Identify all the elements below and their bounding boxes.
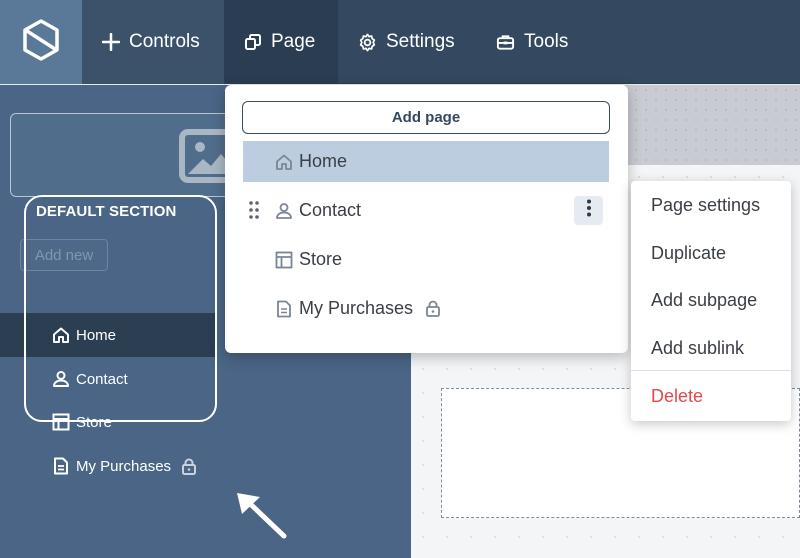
menu-divider [631, 370, 791, 371]
page-item-label: Contact [299, 200, 362, 220]
sidebar-item-label: Home [76, 326, 117, 344]
hexagon-logo-icon [21, 18, 61, 67]
add-new-button[interactable]: Add new [20, 239, 108, 271]
plus-icon [102, 33, 120, 51]
sidebar-item-my-purchases[interactable]: My Purchases [0, 444, 230, 488]
page-item-my-purchases[interactable]: My Purchases [243, 288, 609, 329]
page-item-label: Store [299, 249, 343, 269]
menu-item-add-sublink[interactable]: Add sublink [651, 338, 744, 359]
menu-item-add-subpage[interactable]: Add subpage [651, 290, 757, 311]
nav-tools[interactable]: Tools [476, 0, 590, 84]
gear-icon [358, 33, 377, 52]
nav-settings[interactable]: Settings [338, 0, 477, 84]
app-logo[interactable] [0, 0, 82, 84]
page-item-store[interactable]: Store [243, 239, 609, 280]
menu-item-delete[interactable]: Delete [651, 386, 703, 407]
lock-icon [181, 458, 197, 475]
add-page-button[interactable]: Add page [242, 101, 610, 134]
menu-item-page-settings[interactable]: Page settings [651, 195, 760, 216]
store-layout-icon [275, 251, 293, 269]
home-icon [275, 153, 293, 171]
page-context-menu: Page settings Duplicate Add subpage Add … [631, 181, 791, 421]
page-item-label: Home [299, 151, 348, 171]
store-layout-icon [52, 413, 70, 431]
pages-icon [244, 33, 262, 51]
page-item-home[interactable]: Home [243, 141, 609, 182]
user-icon [275, 202, 293, 220]
page-item-label: My Purchases [299, 298, 414, 318]
section-title: DEFAULT SECTION [36, 203, 177, 220]
nav-tools-label: Tools [524, 31, 569, 52]
page-options-button[interactable] [574, 196, 603, 225]
annotation-arrow-icon [234, 490, 290, 547]
sidebar-item-label: My Purchases [76, 457, 172, 475]
page-dropdown-menu: Add page Home Contact Store My Purchases [225, 85, 628, 353]
sidebar-item-store[interactable]: Store [0, 400, 230, 444]
sidebar-item-label: Store [76, 413, 112, 431]
menu-item-duplicate[interactable]: Duplicate [651, 243, 726, 264]
top-navigation-bar: Controls Page Settings Tools [0, 0, 800, 84]
sidebar-item-label: Contact [76, 370, 128, 388]
toolbox-icon [496, 33, 515, 51]
document-icon [275, 300, 293, 318]
drag-handle-icon[interactable] [249, 201, 259, 224]
sidebar-item-home[interactable]: Home [0, 313, 216, 357]
nav-controls-label: Controls [129, 31, 200, 52]
page-item-contact[interactable]: Contact [243, 190, 609, 231]
home-icon [52, 326, 70, 344]
nav-page-label: Page [271, 31, 316, 52]
nav-controls[interactable]: Controls [82, 0, 224, 84]
sidebar-item-contact[interactable]: Contact [0, 357, 230, 401]
more-vertical-icon [586, 199, 592, 222]
document-icon [52, 457, 70, 475]
nav-page[interactable]: Page [224, 0, 338, 84]
user-icon [52, 370, 70, 388]
lock-icon [425, 300, 441, 317]
nav-settings-label: Settings [386, 31, 455, 52]
